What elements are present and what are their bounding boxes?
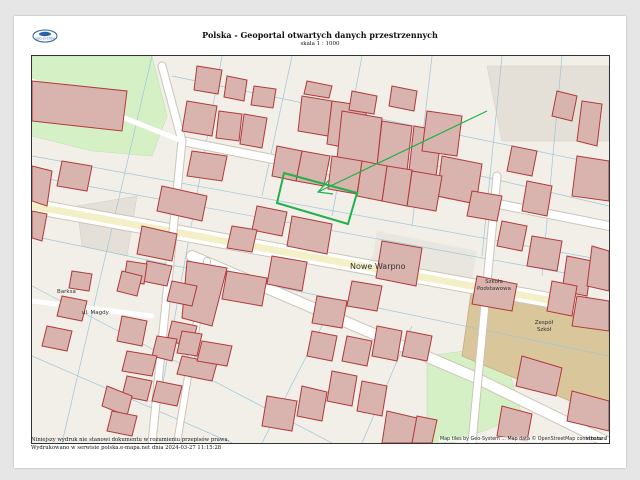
school-complex-label: Zespół <box>535 319 554 326</box>
print-timestamp: Wydrukowano w serwisie polska.e-mapa.net… <box>31 445 222 451</box>
print-sheet: GEO-SYSTEM Polska - Geoportal otwartych … <box>14 16 626 468</box>
disclaimer-text: Niniejszy wydruk nie stanowi dokumentu w… <box>31 437 230 443</box>
map-view[interactable]: Nowe Warpno Barksa ul. Magdy Szkoła Pods… <box>31 55 610 444</box>
street-label-barksa: Barksa <box>57 289 76 295</box>
school-label: Podstawowa <box>477 286 511 292</box>
map-attribution: Map tiles by Geo-System ... Map data © O… <box>438 437 607 442</box>
street-label-magdy: ul. Magdy <box>82 310 110 316</box>
map-canvas: Nowe Warpno Barksa ul. Magdy Szkoła Pods… <box>32 56 609 443</box>
map-scale: skala 1 : 1000 <box>300 41 340 47</box>
page-number: strona 1 <box>585 436 608 442</box>
page-title: Polska - Geoportal otwartych danych prze… <box>202 30 438 40</box>
school-label: Szkoła <box>485 279 503 285</box>
school-complex-label: Szkół <box>537 326 552 333</box>
footer-notes: Niniejszy wydruk nie stanowi dokumentu w… <box>31 436 229 452</box>
town-label: Nowe Warpno <box>350 262 406 271</box>
